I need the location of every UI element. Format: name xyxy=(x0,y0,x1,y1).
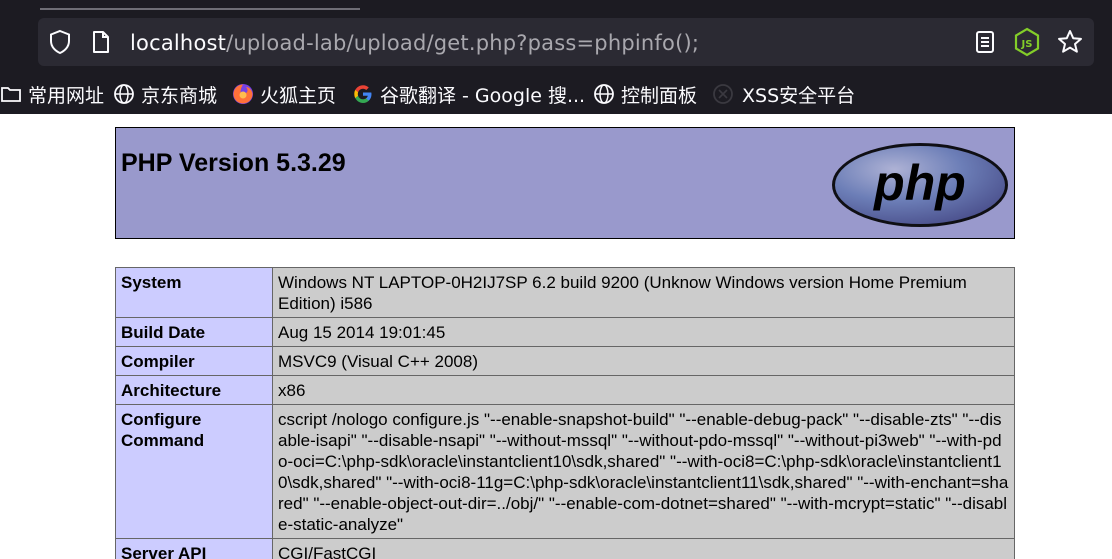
browser-toolbar: localhost/upload-lab/upload/get.php?pass… xyxy=(0,0,1112,72)
bookmark-label: 谷歌翻译 - Google 搜... xyxy=(380,84,586,107)
row-value: Aug 15 2014 19:01:45 xyxy=(272,317,1015,347)
bookmark-label: XSS安全平台 xyxy=(742,84,856,107)
tab-indicator xyxy=(40,8,360,10)
firefox-icon xyxy=(232,83,254,105)
star-bookmark-icon[interactable] xyxy=(1054,26,1086,58)
folder-icon xyxy=(0,83,22,105)
bookmarks-toolbar: 常用网址 京东商城 火狐主页 谷歌翻译 - Google 搜... 控制面板 X… xyxy=(0,72,1112,115)
page-icon[interactable] xyxy=(88,28,114,56)
row-key: Server API xyxy=(115,538,273,559)
table-row: Build Date Aug 15 2014 19:01:45 xyxy=(115,317,1015,347)
row-key: System xyxy=(115,267,273,318)
row-key: Configure Command xyxy=(115,404,273,539)
bookmark-google-translate[interactable]: 谷歌翻译 - Google 搜... xyxy=(352,82,586,107)
table-row: System Windows NT LAPTOP-0H2IJ7SP 6.2 bu… xyxy=(115,267,1015,318)
row-key: Compiler xyxy=(115,346,273,376)
bookmark-label: 火狐主页 xyxy=(260,84,337,107)
url-host: localhost xyxy=(130,31,227,55)
url-path: /upload-lab/upload/get.php?pass=phpinfo(… xyxy=(226,31,700,55)
bookmark-xss-platform[interactable]: XSS安全平台 xyxy=(712,82,856,107)
bookmark-jd[interactable]: 京东商城 xyxy=(113,82,218,107)
row-value: cscript /nologo configure.js "--enable-s… xyxy=(272,404,1015,539)
shield-icon[interactable] xyxy=(46,28,74,56)
bookmark-folder-common[interactable]: 常用网址 xyxy=(0,82,105,107)
table-row: Configure Command cscript /nologo config… xyxy=(115,404,1015,539)
url-text[interactable]: localhost/upload-lab/upload/get.php?pass… xyxy=(130,29,699,57)
bookmark-firefox-home[interactable]: 火狐主页 xyxy=(232,82,337,107)
phpinfo-table: System Windows NT LAPTOP-0H2IJ7SP 6.2 bu… xyxy=(115,267,1015,559)
php-logo-text: php xyxy=(872,155,966,211)
svg-text:JS: JS xyxy=(1021,39,1033,50)
phpinfo-header: PHP Version 5.3.29 php xyxy=(115,127,1015,239)
page-title: PHP Version 5.3.29 xyxy=(121,149,346,177)
bookmark-label: 控制面板 xyxy=(621,84,698,107)
row-key: Architecture xyxy=(115,375,273,405)
row-value: Windows NT LAPTOP-0H2IJ7SP 6.2 build 920… xyxy=(272,267,1015,318)
table-row: Compiler MSVC9 (Visual C++ 2008) xyxy=(115,346,1015,376)
bookmark-label: 京东商城 xyxy=(141,84,218,107)
bookmark-label: 常用网址 xyxy=(28,84,105,107)
globe-icon xyxy=(113,83,135,105)
nodejs-extension-icon[interactable]: JS xyxy=(1012,27,1042,57)
globe-icon xyxy=(593,83,615,105)
xss-icon xyxy=(712,83,734,105)
php-logo[interactable]: php xyxy=(830,140,1010,230)
row-key: Build Date xyxy=(115,317,273,347)
reader-view-icon[interactable] xyxy=(972,28,998,56)
row-value: CGI/FastCGI xyxy=(272,538,1015,559)
page-content: PHP Version 5.3.29 php System Windows NT… xyxy=(0,114,1112,559)
google-icon xyxy=(352,83,374,105)
bookmark-control-panel[interactable]: 控制面板 xyxy=(593,82,698,107)
row-value: MSVC9 (Visual C++ 2008) xyxy=(272,346,1015,376)
table-row: Server API CGI/FastCGI xyxy=(115,538,1015,559)
table-row: Architecture x86 xyxy=(115,375,1015,405)
row-value: x86 xyxy=(272,375,1015,405)
